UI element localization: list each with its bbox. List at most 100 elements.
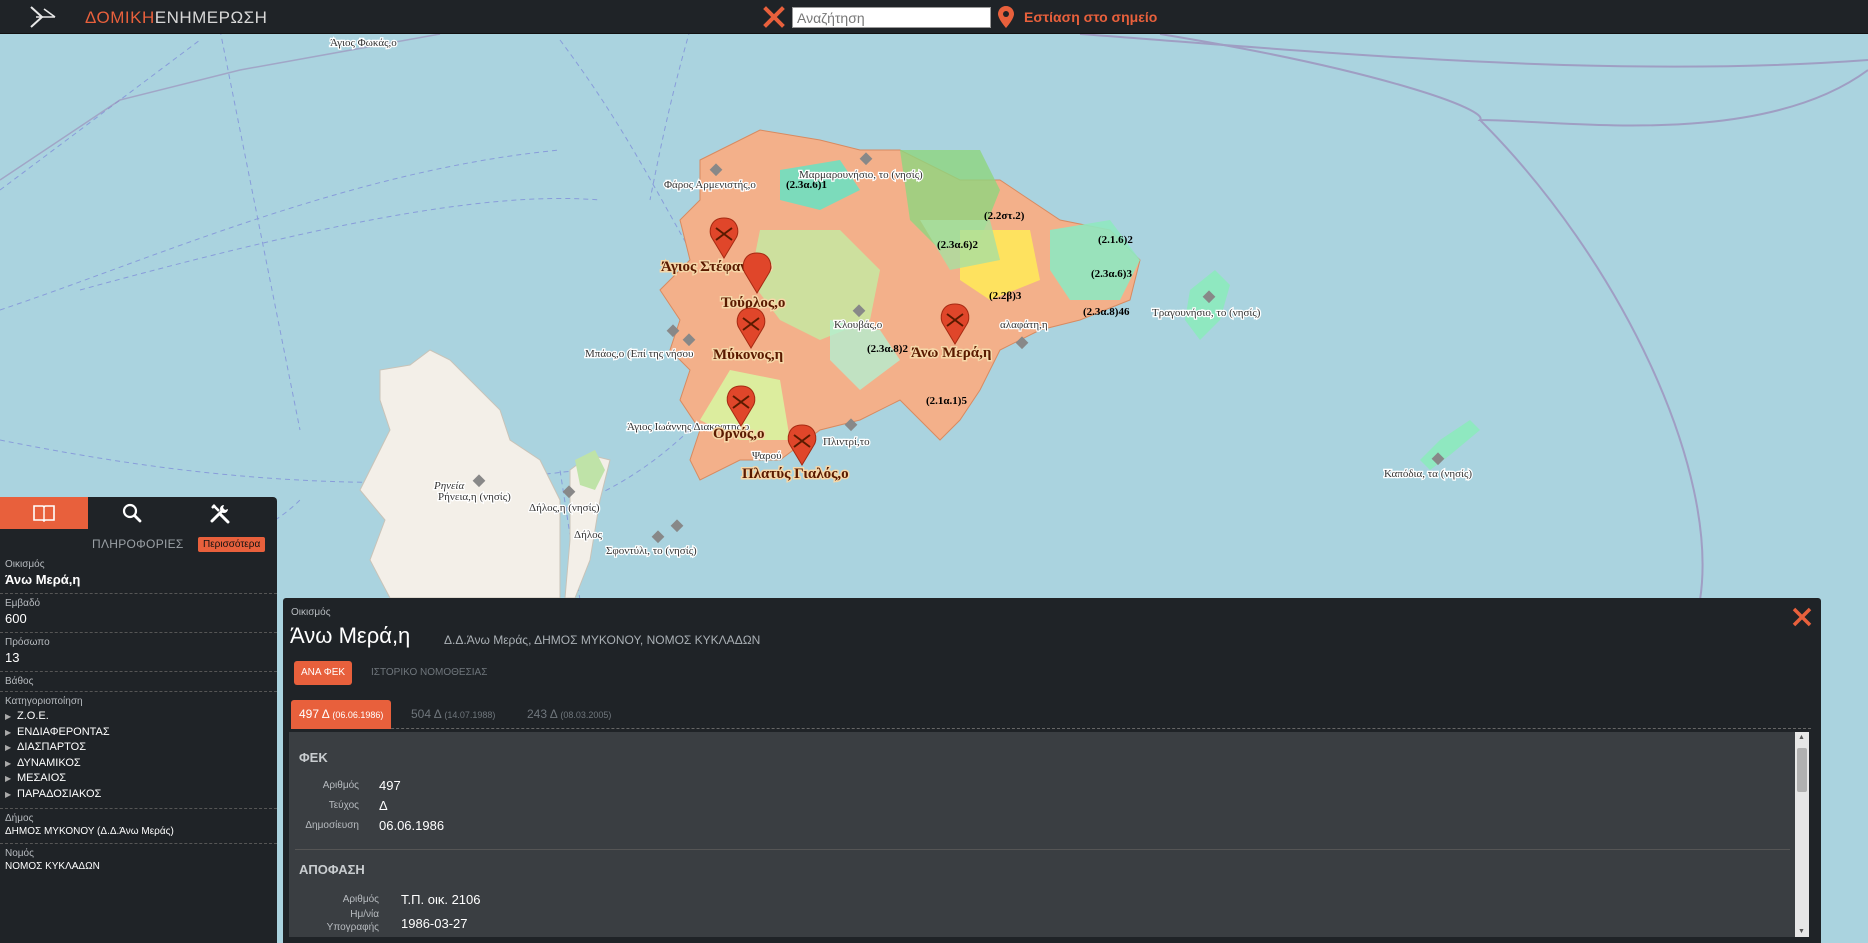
category-label: Z.O.E.	[17, 710, 49, 722]
category-item[interactable]: ▶ ΕΝΔΙΑΦΕΡΟΝΤΑΣ	[5, 725, 272, 741]
place-label: Ψαρού	[752, 450, 782, 462]
field-value: Άνω Μερά,η	[5, 572, 81, 587]
field-value: ΝΟΜΟΣ ΚΥΚΛΑΔΩΝ	[5, 861, 100, 872]
category-label: ΔΙΑΣΠΑΡΤΟΣ	[17, 741, 87, 753]
detail-title: Άνω Μερά,η	[290, 623, 411, 648]
focus-on-point-link[interactable]: Εστίαση στο σημείο	[1024, 9, 1157, 25]
logo-icon[interactable]	[28, 5, 58, 29]
section-heading-decision: ΑΠΟΦΑΣΗ	[299, 862, 365, 877]
field-value: ΔΗΜΟΣ ΜΥΚΟΝΟΥ (Δ.Δ.Άνω Μεράς)	[5, 826, 174, 837]
category-item[interactable]: ▶ ΔΙΑΣΠΑΡΤΟΣ	[5, 740, 272, 756]
zone-label: (2.2στ.2)	[984, 210, 1025, 222]
field-label: Νομός	[5, 848, 34, 859]
marker-label: Πλατύς Γιαλός,ο	[742, 466, 849, 482]
place-label: Ρήνεια,η (νησίς)	[438, 491, 511, 503]
place-label: Άγιος Φωκάς,ο	[330, 37, 397, 49]
place-label: Μαρμαρουνήσιο, το (νησίς)	[799, 169, 923, 181]
zone-label: (2.1α.1)5	[926, 395, 967, 407]
field-label: Δήμος	[5, 813, 34, 824]
zone-label: (2.3α.8)2	[867, 343, 908, 355]
map-pin-icon[interactable]	[998, 6, 1014, 28]
field-value: 13	[5, 650, 20, 665]
info-panel: ΠΛΗΡΟΦΟΡΙΕΣ Περισσότερα Οικισμός Άνω Μερ…	[0, 497, 277, 943]
scroll-up-icon[interactable]: ▲	[1798, 734, 1805, 741]
row-label: Τεύχος	[328, 800, 359, 811]
fek-tab-number: 504 Δ	[411, 707, 442, 721]
field-label: Κατηγοριοποίηση	[5, 696, 83, 707]
fek-content[interactable]: ΦΕΚ Αριθμός 497 Τεύχος Δ Δημοσίευση 06.0…	[289, 732, 1809, 937]
marker-label: Ορνός,ο	[713, 426, 764, 442]
field-categorization: Κατηγοριοποίηση ▶ Z.O.E. ▶ ΕΝΔΙΑΦΕΡΟΝΤΑΣ ▶…	[0, 692, 277, 809]
zone-label: (2.3α.8)46	[1083, 306, 1130, 318]
field-prefecture: Νομός ΝΟΜΟΣ ΚΥΚΛΑΔΩΝ	[0, 844, 277, 878]
fek-tab-date: (08.03.2005)	[560, 710, 612, 720]
close-icon[interactable]	[1791, 606, 1813, 628]
row-value: Δ	[379, 798, 388, 813]
brand-part-1: ΔΟΜΙΚΗ	[85, 8, 155, 27]
category-item[interactable]: ▶ Z.O.E.	[5, 709, 272, 725]
field-depth: Βάθος	[0, 672, 277, 692]
more-button[interactable]: Περισσότερα	[198, 537, 266, 552]
tab-fek[interactable]: 504 Δ (14.07.1988)	[403, 700, 503, 729]
tab-fek[interactable]: 497 Δ (06.06.1986)	[291, 700, 392, 729]
row-label: Ημ/νία	[350, 909, 379, 920]
row-value: 1986-03-27	[401, 916, 468, 931]
category-label: ΕΝΔΙΑΦΕΡΟΝΤΑΣ	[17, 725, 110, 738]
top-bar: ΔΟΜΙΚΗΕΝΗΜΕΡΩΣΗ Εστίαση στο σημείο	[0, 0, 1868, 34]
section-heading-fek: ΦΕΚ	[299, 750, 328, 765]
tab-search[interactable]	[88, 497, 176, 529]
legislation-history-button[interactable]: ΙΣΤΟΡΙΚΟ ΝΟΜΟΘΕΣΙΑΣ	[371, 661, 487, 685]
detail-subtitle: Δ.Δ.Άνω Μεράς, ΔΗΜΟΣ ΜΥΚΟΝΟΥ, ΝΟΜΟΣ ΚΥΚΛ…	[444, 633, 761, 647]
detail-category: Οικισμός	[291, 607, 331, 618]
category-item[interactable]: ▶ ΔΥΝΑΜΙΚΟΣ	[5, 756, 272, 772]
place-label: αλαφάτη,η	[1000, 319, 1048, 331]
place-label: Δήλος,η (νησίς)	[529, 502, 600, 514]
field-label: Πρόσωπο	[5, 637, 50, 648]
field-label: Εμβαδό	[5, 598, 41, 609]
tab-info[interactable]	[0, 497, 88, 529]
field-frontage: Πρόσωπο 13	[0, 633, 277, 672]
fek-tab-number: 243 Δ	[527, 707, 558, 721]
book-icon	[33, 505, 55, 522]
fek-tab-number: 497 Δ	[299, 707, 330, 721]
expand-arrow-icon: ▶	[5, 789, 12, 799]
tab-tools[interactable]	[176, 497, 264, 529]
clear-search-icon[interactable]	[762, 5, 786, 29]
scroll-down-icon[interactable]: ▼	[1798, 928, 1805, 935]
scrollbar-thumb[interactable]	[1797, 748, 1807, 792]
place-label: Δήλος	[574, 529, 603, 541]
zone-label: (2.3α.6)3	[1091, 268, 1132, 280]
expand-arrow-icon: ▶	[5, 743, 12, 752]
category-tree: ▶ Z.O.E. ▶ ΕΝΔΙΑΦΕΡΟΝΤΑΣ ▶ ΔΙΑΣΠΑΡΤΟΣ ▶ ΔΥΝΑ…	[5, 709, 272, 802]
marker-label: Άνω Μερά,η	[911, 345, 991, 361]
row-label: Δημοσίευση	[305, 820, 359, 831]
row-label: Αριθμός	[322, 780, 359, 791]
fek-tabs: 497 Δ (06.06.1986) 504 Δ (14.07.1988) 24…	[291, 700, 1811, 729]
row-value: 497	[379, 778, 401, 793]
category-item[interactable]: ▶ ΜΕΣΑΙΟΣ	[5, 771, 272, 787]
place-label: Κλουβάς,ο	[834, 319, 883, 331]
settlement-detail-panel: Οικισμός Άνω Μερά,η Δ.Δ.Άνω Μεράς, ΔΗΜΟΣ…	[283, 598, 1821, 943]
row-label: Αριθμός	[342, 894, 379, 905]
brand-title[interactable]: ΔΟΜΙΚΗΕΝΗΜΕΡΩΣΗ	[85, 8, 267, 28]
by-fek-button[interactable]: ΑΝΑ ΦΕΚ	[294, 661, 353, 685]
tools-icon	[210, 504, 230, 524]
zone-label: (2.2β)3	[989, 290, 1022, 302]
place-label: Καπόδια, τα (νησίς)	[1384, 468, 1472, 480]
marker-label: Μύκονος,η	[713, 347, 783, 363]
category-item[interactable]: ▶ ΠΑΡΑΔΟΣΙΑΚΟΣ	[5, 787, 272, 803]
search-input[interactable]	[792, 7, 991, 28]
field-label: Οικισμός	[5, 559, 45, 570]
place-label: Πλιντρί,το	[823, 436, 870, 448]
expand-arrow-icon: ▶	[5, 758, 12, 768]
category-label: ΠΑΡΑΔΟΣΙΑΚΟΣ	[17, 787, 102, 800]
tab-fek[interactable]: 243 Δ (08.03.2005)	[519, 700, 619, 729]
scrollbar[interactable]: ▲ ▼	[1795, 732, 1809, 937]
category-label: ΔΥΝΑΜΙΚΟΣ	[17, 756, 81, 769]
expand-arrow-icon: ▶	[5, 712, 12, 721]
field-settlement: Οικισμός Άνω Μερά,η	[0, 555, 277, 594]
category-label: ΜΕΣΑΙΟΣ	[17, 772, 67, 784]
info-panel-tabs	[0, 497, 277, 529]
info-panel-title: ΠΛΗΡΟΦΟΡΙΕΣ	[92, 537, 184, 551]
row-value: 06.06.1986	[379, 818, 445, 833]
